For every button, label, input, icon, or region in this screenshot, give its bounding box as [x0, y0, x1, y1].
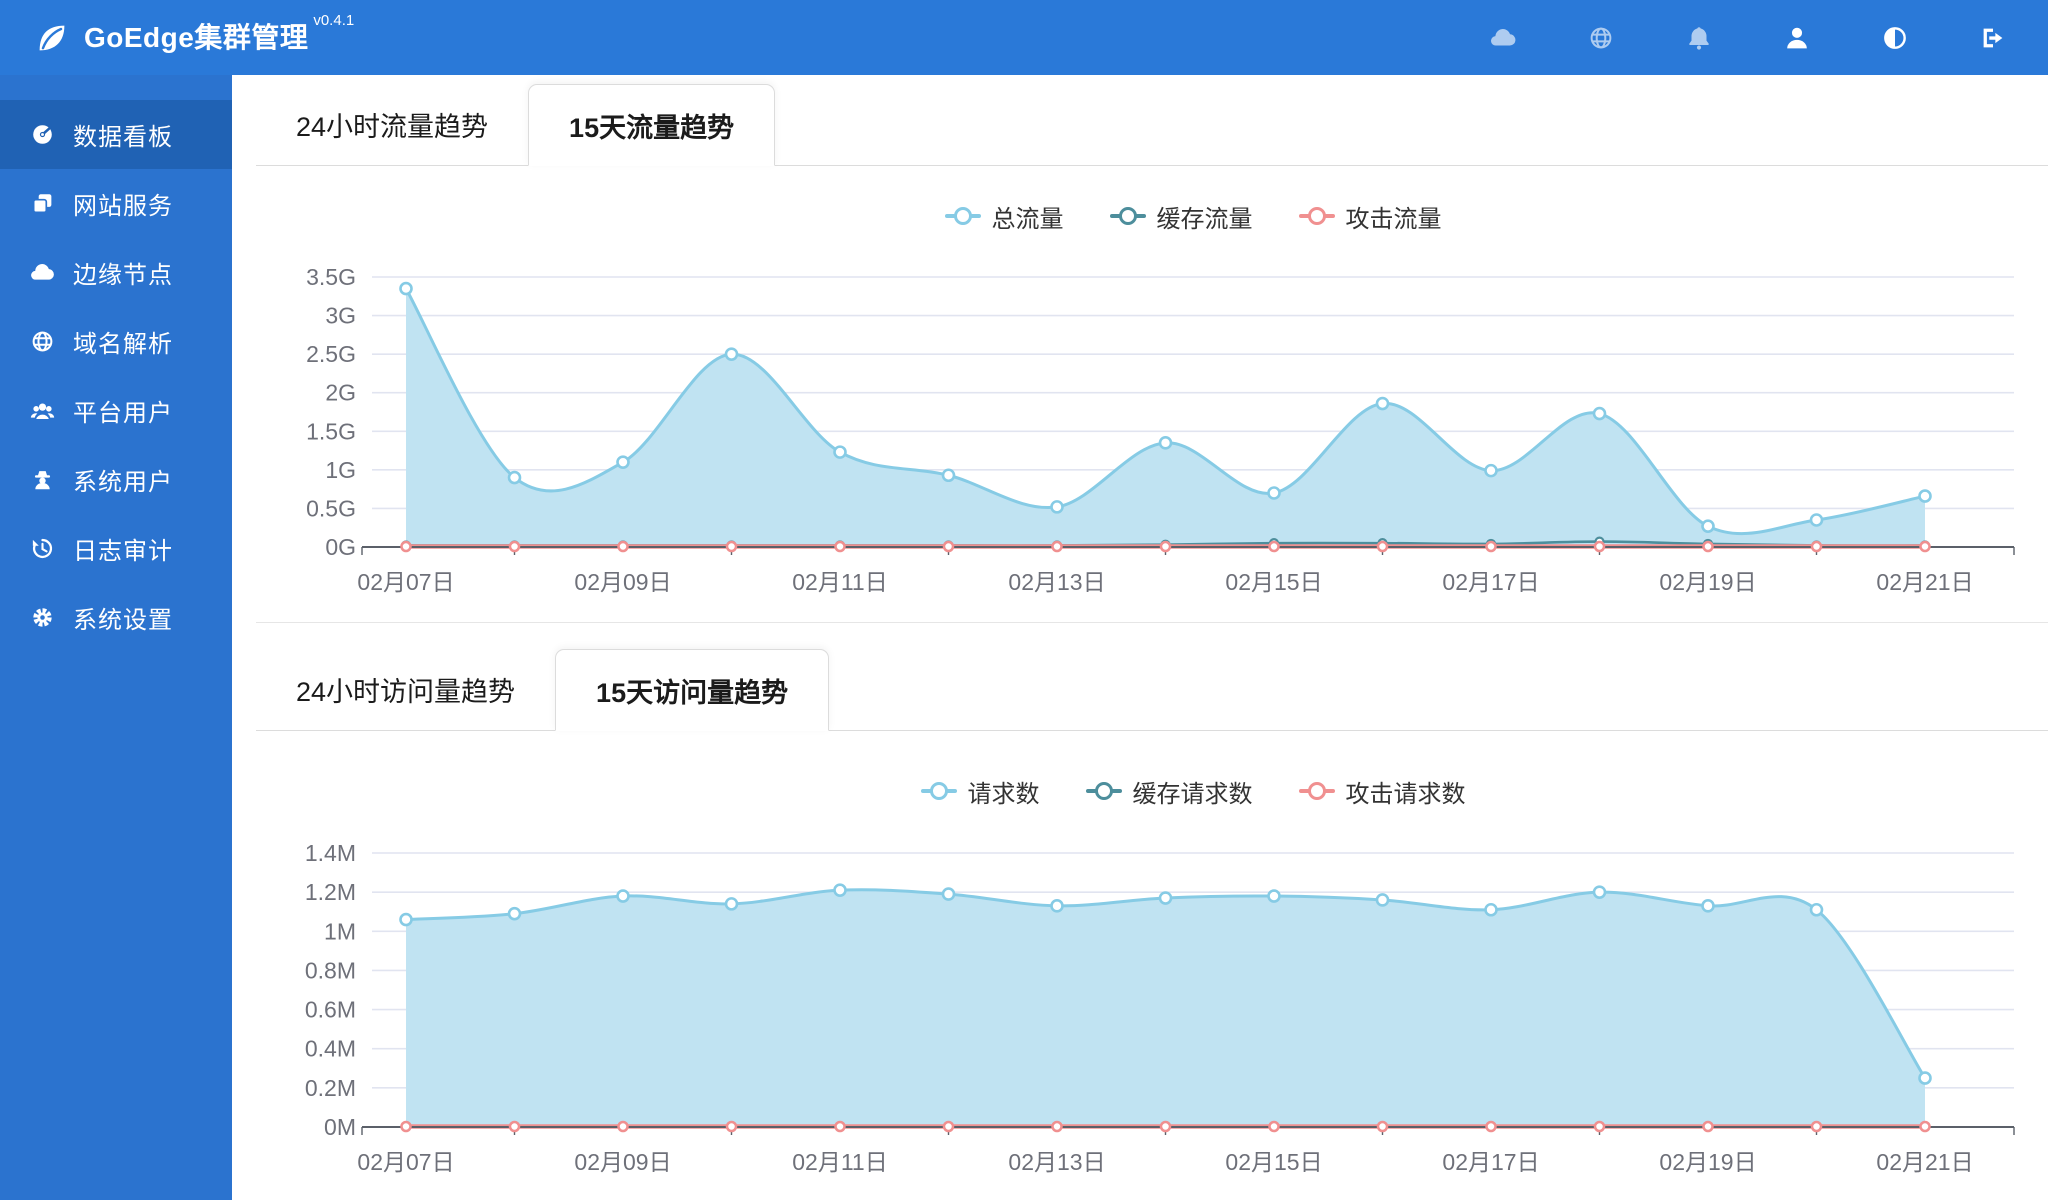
sidebar-item-label: 边缘节点 — [73, 262, 173, 289]
tab-15d-traffic[interactable]: 15天流量趋势 — [528, 84, 776, 166]
svg-text:1G: 1G — [325, 457, 356, 483]
svg-text:0.6M: 0.6M — [305, 997, 356, 1023]
cloud-icon — [29, 259, 56, 286]
svg-text:0.8M: 0.8M — [305, 957, 356, 983]
sidebar-item-label: 数据看板 — [73, 124, 173, 151]
svg-text:0M: 0M — [324, 1114, 356, 1140]
legend-marker — [944, 207, 981, 225]
legend-marker — [1298, 782, 1335, 800]
sidebar-item-dns[interactable]: 域名解析 — [0, 307, 232, 376]
requests-area-chart[interactable]: 1.4M 1.2M 1M 0.8M 0.6M 0.4M 0.2M 0M02月07日 02月09日… — [240, 830, 2048, 1200]
svg-text:3.5G: 3.5G — [306, 264, 356, 290]
app-logo[interactable]: GoEdge集群管理v0.4.1 — [34, 12, 354, 58]
svg-text:02月07日: 02月07日 — [357, 1149, 454, 1175]
sidebar-item-label: 域名解析 — [73, 331, 173, 358]
svg-text:02月19日: 02月19日 — [1659, 569, 1756, 595]
bell-icon[interactable] — [1682, 21, 1716, 55]
svg-text:0G: 0G — [325, 534, 356, 560]
svg-text:02月13日: 02月13日 — [1008, 1149, 1105, 1175]
svg-text:1M: 1M — [324, 918, 356, 944]
svg-text:2G: 2G — [325, 380, 356, 406]
svg-text:02月17日: 02月17日 — [1442, 569, 1539, 595]
cloud-icon[interactable] — [1486, 21, 1520, 55]
tab-24h-requests[interactable]: 24小时访问量趋势 — [256, 649, 555, 730]
sidebar-item-audit-logs[interactable]: 日志审计 — [0, 514, 232, 583]
sidebar-item-label: 网站服务 — [73, 193, 173, 220]
requests-tabbar: 24小时访问量趋势 15天访问量趋势 — [256, 649, 2048, 731]
user-secret-icon — [29, 466, 56, 493]
sidebar-item-edge-nodes[interactable]: 边缘节点 — [0, 238, 232, 307]
leaf-logo-icon — [39, 25, 65, 50]
legend-item-total-traffic[interactable]: 总流量 — [944, 199, 1064, 234]
top-header: GoEdge集群管理v0.4.1 — [0, 0, 2048, 75]
legend-item-cache-requests[interactable]: 缓存请求数 — [1085, 774, 1253, 809]
clone-icon — [29, 190, 56, 217]
svg-text:0.4M: 0.4M — [305, 1036, 356, 1062]
svg-text:02月11日: 02月11日 — [792, 569, 887, 595]
svg-text:0.2M: 0.2M — [305, 1075, 356, 1101]
svg-text:0.5G: 0.5G — [306, 495, 356, 521]
traffic-legend: 总流量 缓存流量 攻击流量 — [372, 197, 2014, 235]
header-icon-bar — [1486, 0, 2010, 75]
tab-15d-requests[interactable]: 15天访问量趋势 — [555, 649, 830, 731]
users-icon — [29, 397, 56, 424]
goedge-admin-app: GoEdge集群管理v0.4.1 数据看板 网站服务 边缘节点 域名解析 平台用… — [0, 0, 2048, 1200]
traffic-area-chart[interactable]: 3.5G 3G 2.5G 2G 1.5G 1G 0.5G 0G02月07日 02月09日 02月1… — [240, 240, 2048, 620]
traffic-tabbar: 24小时流量趋势 15天流量趋势 — [256, 84, 2048, 166]
legend-item-cache-traffic[interactable]: 缓存流量 — [1109, 199, 1253, 234]
globe-icon[interactable] — [1584, 21, 1618, 55]
legend-marker — [1085, 782, 1122, 800]
sidebar-item-label: 平台用户 — [73, 400, 173, 427]
svg-text:1.5G: 1.5G — [306, 418, 356, 444]
sidebar-item-system-users[interactable]: 系统用户 — [0, 445, 232, 514]
legend-item-attack-requests[interactable]: 攻击请求数 — [1298, 774, 1466, 809]
tab-24h-traffic[interactable]: 24小时流量趋势 — [256, 84, 528, 165]
svg-text:02月07日: 02月07日 — [357, 569, 454, 595]
svg-text:1.2M: 1.2M — [305, 879, 356, 905]
app-version: v0.4.1 — [313, 11, 355, 29]
legend-marker — [1109, 207, 1146, 225]
app-title: GoEdge集群管理 — [84, 21, 309, 53]
svg-text:02月09日: 02月09日 — [574, 1149, 671, 1175]
requests-legend: 请求数 缓存请求数 攻击请求数 — [372, 772, 2014, 810]
main-content: 24小时流量趋势 15天流量趋势 总流量 缓存流量 攻击流量 3.5G 3G 2.5… — [232, 75, 2048, 1200]
sidebar-nav: 数据看板 网站服务 边缘节点 域名解析 平台用户 系统用户 日志审计 系统设置 — [0, 75, 232, 1200]
legend-item-requests[interactable]: 请求数 — [920, 774, 1040, 809]
sidebar-item-websites[interactable]: 网站服务 — [0, 169, 232, 238]
svg-text:02月21日: 02月21日 — [1876, 1149, 1973, 1175]
legend-item-attack-traffic[interactable]: 攻击流量 — [1298, 199, 1442, 234]
history-icon — [29, 535, 56, 562]
svg-text:02月09日: 02月09日 — [574, 569, 671, 595]
svg-text:02月19日: 02月19日 — [1659, 1149, 1756, 1175]
logout-icon[interactable] — [1976, 21, 2010, 55]
section-divider — [256, 622, 2048, 623]
sidebar-item-dashboard[interactable]: 数据看板 — [0, 100, 232, 169]
svg-text:02月17日: 02月17日 — [1442, 1149, 1539, 1175]
svg-text:02月15日: 02月15日 — [1225, 1149, 1322, 1175]
dashboard-gauge-icon — [29, 121, 56, 148]
sidebar-item-label: 系统设置 — [73, 607, 173, 634]
svg-text:1.4M: 1.4M — [305, 840, 356, 866]
sidebar-item-label: 系统用户 — [73, 469, 173, 496]
svg-text:02月21日: 02月21日 — [1876, 569, 1973, 595]
legend-marker — [1298, 207, 1335, 225]
svg-text:02月13日: 02月13日 — [1008, 569, 1105, 595]
sidebar-item-platform-users[interactable]: 平台用户 — [0, 376, 232, 445]
legend-marker — [920, 782, 957, 800]
gear-icon — [29, 604, 56, 631]
svg-text:2.5G: 2.5G — [306, 341, 356, 367]
sidebar-item-label: 日志审计 — [73, 538, 173, 565]
user-icon[interactable] — [1780, 21, 1814, 55]
svg-text:02月15日: 02月15日 — [1225, 569, 1322, 595]
sidebar-item-settings[interactable]: 系统设置 — [0, 583, 232, 652]
svg-text:02月11日: 02月11日 — [792, 1149, 887, 1175]
globe-icon — [29, 328, 56, 355]
svg-text:3G: 3G — [325, 303, 356, 329]
contrast-icon[interactable] — [1878, 21, 1912, 55]
